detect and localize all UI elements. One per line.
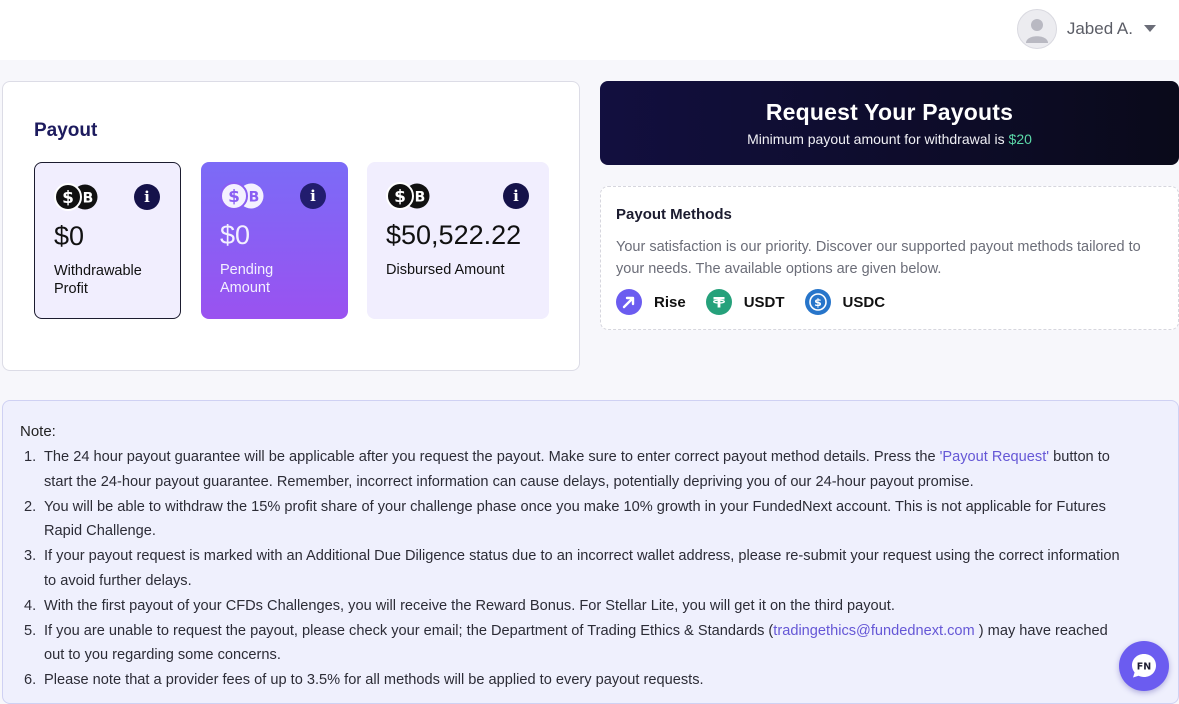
coins-icon: $ B xyxy=(386,182,430,210)
note-box: Note: 1. The 24 hour payout guarantee wi… xyxy=(2,400,1179,704)
avatar[interactable] xyxy=(1016,9,1057,49)
chevron-down-icon[interactable] xyxy=(1143,24,1157,34)
email-link[interactable]: tradingethics@fundednext.com xyxy=(773,623,974,639)
note-title: Note: xyxy=(20,423,56,440)
list-item: 3. If your payout request is marked with… xyxy=(20,544,1120,594)
list-number: 6. xyxy=(24,672,37,689)
disbursed-amount-label: Disbursed Amount xyxy=(386,262,505,278)
chat-icon: FN xyxy=(1132,654,1156,678)
list-number: 3. xyxy=(24,548,37,565)
list-item: 2. You will be able to withdraw the 15% … xyxy=(20,495,1120,545)
pending-amount-card: $ B i $0 Pending Amount xyxy=(201,162,348,319)
method-label: USDT xyxy=(743,293,785,311)
user-silhouette-icon xyxy=(1025,19,1048,43)
note-text: With the first payout of your CFDs Chall… xyxy=(44,597,895,614)
note-text: Please note that a provider fees of up t… xyxy=(44,672,704,689)
svg-text:$: $ xyxy=(62,188,74,208)
payout-request-link[interactable]: 'Payout Request' xyxy=(940,449,1049,465)
list-item: 4. With the first payout of your CFDs Ch… xyxy=(20,594,1120,619)
svg-text:$: $ xyxy=(228,187,240,207)
rise-icon xyxy=(616,289,642,315)
user-menu[interactable]: Jabed A. xyxy=(1016,9,1157,49)
payout-methods-title: Payout Methods xyxy=(616,206,732,223)
method-rise: Rise xyxy=(616,289,686,315)
list-item: 6. Please note that a provider fees of u… xyxy=(20,668,1120,693)
list-item: 1. The 24 hour payout guarantee will be … xyxy=(20,445,1120,495)
list-number: 5. xyxy=(24,622,37,639)
note-text: If your payout request is marked with an… xyxy=(44,548,1120,589)
payout-card: Payout $ B i $0 Withdrawable Profit $ B … xyxy=(2,81,580,371)
payout-title: Payout xyxy=(34,120,98,141)
user-name[interactable]: Jabed A. xyxy=(1067,19,1133,39)
list-number: 2. xyxy=(24,498,37,515)
banner-subtitle-text: Minimum payout amount for withdrawal is xyxy=(747,131,1009,147)
info-icon[interactable]: i xyxy=(503,183,529,209)
note-text: You will be able to withdraw the 15% pro… xyxy=(44,498,1106,540)
info-icon[interactable]: i xyxy=(300,183,326,209)
chat-button[interactable]: FN xyxy=(1119,641,1169,691)
method-label: Rise xyxy=(654,293,686,311)
svg-text:$: $ xyxy=(394,187,406,207)
method-label: USDC xyxy=(842,293,886,311)
note-text: If you are unable to request the payout,… xyxy=(44,622,774,639)
pending-amount-value: $0 xyxy=(220,220,251,250)
svg-text:B: B xyxy=(83,191,94,207)
list-item: 5. If you are unable to request the payo… xyxy=(20,619,1120,669)
banner-title: Request Your Payouts xyxy=(765,99,1014,125)
note-text: The 24 hour payout guarantee will be app… xyxy=(44,449,940,465)
disbursed-amount-value: $50,522.22 xyxy=(386,220,522,250)
banner-subtitle: Minimum payout amount for withdrawal is … xyxy=(600,131,1179,147)
svg-text:B: B xyxy=(249,190,260,206)
coins-icon: $ B xyxy=(220,182,264,210)
pending-amount-label: Pending Amount xyxy=(220,262,274,296)
withdrawable-profit-value: $0 xyxy=(54,221,85,251)
tether-icon xyxy=(705,289,732,315)
minimum-amount: $20 xyxy=(1008,131,1032,147)
list-number: 1. xyxy=(24,449,37,465)
withdrawable-profit-label: Withdrawable Profit xyxy=(54,263,142,297)
list-number: 4. xyxy=(24,597,37,614)
withdrawable-profit-card: $ B i $0 Withdrawable Profit xyxy=(34,162,181,319)
payout-methods-description: Your satisfaction is our priority. Disco… xyxy=(616,239,1141,277)
chat-label: FN xyxy=(1137,662,1151,673)
coins-icon: $ B xyxy=(54,183,98,211)
request-payouts-banner[interactable]: Request Your Payouts Minimum payout amou… xyxy=(600,81,1179,165)
payout-methods-list: Rise USDT $ USDC xyxy=(616,289,885,315)
usdc-icon: $ xyxy=(804,289,831,315)
top-bar: Jabed A. xyxy=(0,0,1179,60)
disbursed-amount-card: $ B i $50,522.22 Disbursed Amount xyxy=(367,162,549,319)
info-icon[interactable]: i xyxy=(134,184,160,210)
payout-methods-card: Payout Methods Your satisfaction is our … xyxy=(600,186,1179,330)
svg-text:B: B xyxy=(415,190,426,206)
method-usdc: $ USDC xyxy=(804,289,886,315)
svg-text:$: $ xyxy=(814,296,822,309)
method-usdt: USDT xyxy=(705,289,785,315)
note-list: 1. The 24 hour payout guarantee will be … xyxy=(20,445,1120,693)
